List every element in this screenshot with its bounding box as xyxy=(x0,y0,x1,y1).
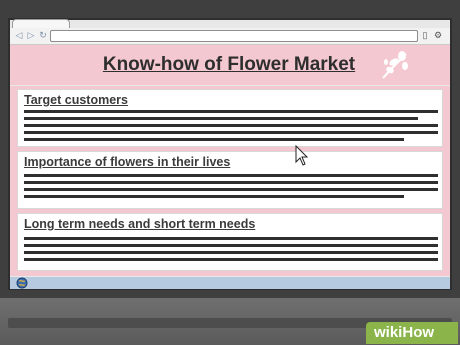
section-long-and-short-term-needs: Long term needs and short term needs xyxy=(17,213,443,271)
text-line xyxy=(24,138,404,141)
text-line xyxy=(24,110,438,113)
text-line xyxy=(24,258,438,261)
text-line xyxy=(24,237,438,240)
text-line xyxy=(24,188,438,191)
mouse-cursor-icon xyxy=(295,145,309,166)
reload-icon[interactable]: ↻ xyxy=(38,29,48,41)
forward-arrow-icon[interactable]: ▷ xyxy=(26,29,36,41)
text-line xyxy=(24,244,438,247)
address-bar[interactable] xyxy=(50,30,418,42)
status-bar xyxy=(10,277,450,289)
back-arrow-icon[interactable]: ◁ xyxy=(14,29,24,41)
section-heading: Target customers xyxy=(24,93,128,107)
text-line xyxy=(24,124,438,127)
text-line xyxy=(24,195,404,198)
section-heading: Long term needs and short term needs xyxy=(24,217,256,231)
logo-prefix: wiki xyxy=(374,324,403,341)
logo-suffix: How xyxy=(402,324,435,341)
text-line xyxy=(24,174,438,177)
text-line xyxy=(24,117,418,120)
page-icon[interactable]: ▯ xyxy=(420,29,430,41)
page-title: Know-how of Flower Market xyxy=(102,54,356,75)
globe-icon xyxy=(16,277,28,289)
text-line xyxy=(24,131,438,134)
wikihow-logo-text: wikiHow xyxy=(374,323,434,343)
section-importance-of-flowers: Importance of flowers in their lives xyxy=(17,151,443,209)
text-line xyxy=(24,181,438,184)
section-target-customers: Target customers xyxy=(17,89,443,147)
text-line xyxy=(24,251,438,254)
flower-icon xyxy=(382,51,408,79)
section-heading: Importance of flowers in their lives xyxy=(24,155,231,169)
tools-icon[interactable]: ⚙ xyxy=(433,29,443,41)
